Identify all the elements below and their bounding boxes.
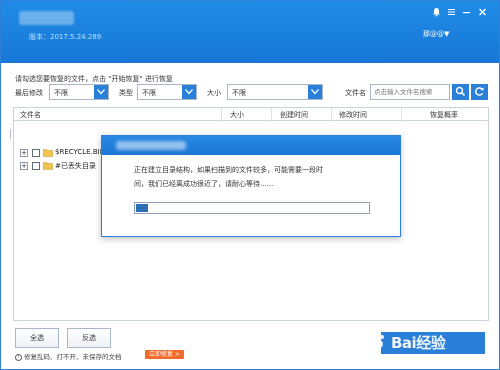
watermark-name: Bai经验 bbox=[391, 334, 446, 352]
row-checkbox[interactable] bbox=[32, 162, 40, 170]
size-value: 不限 bbox=[232, 89, 246, 97]
bell-icon[interactable] bbox=[431, 7, 441, 17]
chevron-down-icon bbox=[308, 85, 322, 99]
progress-fill bbox=[136, 204, 148, 212]
column-divider bbox=[271, 108, 272, 121]
size-label: 大小 bbox=[207, 89, 221, 97]
file-name: #已丢失目录 bbox=[55, 162, 96, 170]
type-select[interactable]: 不限 bbox=[137, 84, 197, 100]
menu-icon[interactable] bbox=[446, 7, 456, 17]
watermark: Bai经验 jingyan.baidu.com bbox=[369, 332, 491, 366]
column-header[interactable]: 创建时间 bbox=[280, 110, 308, 120]
modified-label: 最后修改 bbox=[15, 89, 43, 97]
row-checkbox[interactable] bbox=[32, 149, 40, 157]
filter-bar: 最后修改 不限 类型 不限 大小 不限 文件名 bbox=[1, 84, 499, 102]
refresh-button[interactable] bbox=[471, 84, 488, 100]
size-select[interactable]: 不限 bbox=[227, 84, 323, 100]
folder-icon bbox=[43, 161, 53, 172]
search-field[interactable] bbox=[370, 84, 450, 100]
folder-icon bbox=[43, 148, 53, 159]
app-window: 版本：2017.5.24.289 那@@▼ 请勾选您要恢复的文件，点击 "开始恢… bbox=[0, 0, 500, 370]
select-all-button[interactable]: 全选 bbox=[15, 328, 59, 348]
dialog-title bbox=[116, 141, 186, 150]
expand-icon[interactable]: + bbox=[20, 162, 28, 170]
filename-label: 文件名 bbox=[345, 89, 366, 97]
modified-select[interactable]: 不限 bbox=[49, 84, 109, 100]
title-bar: 版本：2017.5.24.289 那@@▼ bbox=[1, 1, 499, 63]
user-label: 那@@▼ bbox=[423, 30, 450, 38]
column-header[interactable]: 文件名 bbox=[20, 110, 41, 120]
user-menu[interactable]: 那@@▼ bbox=[423, 29, 449, 39]
search-icon bbox=[455, 86, 466, 97]
paw-icon bbox=[369, 333, 387, 353]
info-icon: ! bbox=[15, 353, 22, 361]
refresh-icon bbox=[475, 87, 484, 96]
invert-selection-button[interactable]: 反选 bbox=[67, 328, 111, 348]
column-divider bbox=[401, 108, 402, 121]
repair-note-text: 修复乱码、打不开、未保存的文档 bbox=[24, 353, 122, 361]
type-value: 不限 bbox=[142, 89, 156, 97]
search-input[interactable] bbox=[371, 85, 447, 99]
table-header: 文件名 大小 创建时间 修改时间 恢复概率 bbox=[14, 108, 488, 121]
dialog-message-line1: 正在建立目录结构，如果扫描到的文件较多，可能需要一段时 bbox=[134, 166, 323, 174]
dialog-title-bar bbox=[102, 136, 400, 155]
app-logo bbox=[19, 11, 74, 25]
chevron-down-icon bbox=[94, 85, 108, 99]
progress-dialog: 正在建立目录结构，如果扫描到的文件较多，可能需要一段时 间，我们已经离成功很近了… bbox=[101, 135, 401, 237]
search-button[interactable] bbox=[452, 84, 469, 100]
progress-bar bbox=[134, 202, 370, 214]
expand-icon[interactable]: + bbox=[20, 149, 28, 157]
column-header[interactable]: 大小 bbox=[230, 110, 244, 120]
file-name: $RECYCLE.BIN bbox=[55, 148, 105, 156]
watermark-url: jingyan.baidu.com bbox=[385, 353, 445, 361]
modified-value: 不限 bbox=[54, 89, 68, 97]
column-divider bbox=[221, 108, 222, 121]
version-text: 版本：2017.5.24.289 bbox=[29, 33, 102, 41]
dialog-message-line2: 间，我们已经离成功很近了，请耐心等待...... bbox=[134, 180, 274, 188]
instruction-text: 请勾选您要恢复的文件，点击 "开始恢复" 进行恢复 bbox=[15, 75, 173, 83]
tree-connector bbox=[10, 129, 11, 139]
chevron-down-icon bbox=[182, 85, 196, 99]
column-divider bbox=[331, 108, 332, 121]
column-header[interactable]: 恢复概率 bbox=[430, 110, 458, 120]
column-header[interactable]: 修改时间 bbox=[339, 110, 367, 120]
repair-note: ! 修复乱码、打不开、未保存的文档 bbox=[15, 351, 122, 361]
repair-now-button[interactable]: 立即修复 > bbox=[145, 350, 184, 359]
close-icon[interactable] bbox=[477, 7, 487, 17]
type-label: 类型 bbox=[119, 89, 133, 97]
minimize-icon[interactable] bbox=[461, 6, 471, 16]
